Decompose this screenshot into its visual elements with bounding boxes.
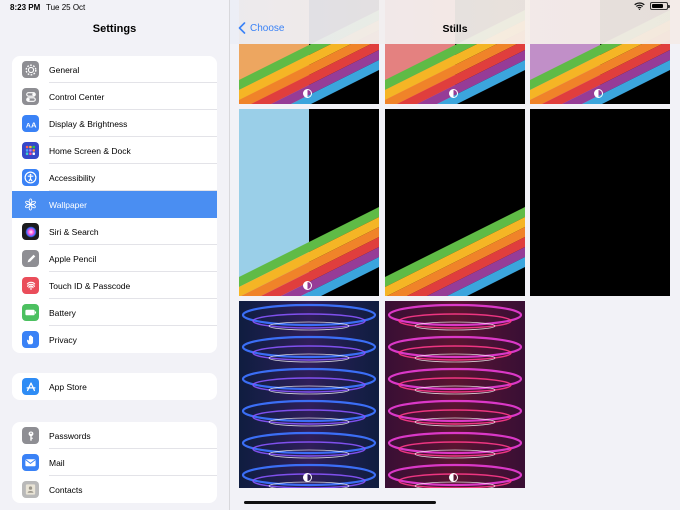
- gear-icon: [22, 61, 39, 78]
- fingerprint-icon: [22, 277, 39, 294]
- sidebar-item-label: Siri & Search: [49, 226, 99, 237]
- sidebar-item-wallpaper[interactable]: Wallpaper: [12, 191, 217, 218]
- hand-icon: [22, 331, 39, 348]
- key-icon: [22, 427, 39, 444]
- wifi-icon: [634, 2, 645, 10]
- sidebar-item-control-center[interactable]: Control Center: [12, 83, 217, 110]
- pencil-icon: [22, 250, 39, 267]
- wallpaper-thumbnail[interactable]: [239, 109, 379, 296]
- text-size-icon: AA: [22, 115, 39, 132]
- appearance-toggle-icon: [303, 89, 312, 98]
- sidebar-item-apple-pencil[interactable]: Apple Pencil: [12, 245, 217, 272]
- wallpaper-thumbnail[interactable]: [385, 301, 525, 488]
- sidebar-item-label: Apple Pencil: [49, 253, 97, 264]
- sidebar-item-label: Display & Brightness: [49, 118, 128, 129]
- siri-icon: [22, 223, 39, 240]
- wallpaper-thumbnail[interactable]: [385, 109, 525, 296]
- status-time: 8:23 PM: [10, 3, 41, 12]
- sidebar-item-label: General: [49, 64, 80, 75]
- page-title: Stills: [442, 23, 468, 35]
- envelope-icon: [22, 454, 39, 471]
- sidebar-item-label: Accessibility: [49, 172, 96, 183]
- appearance-toggle-icon: [594, 89, 603, 98]
- sidebar-item-label: Wallpaper: [49, 199, 87, 210]
- sidebar-item-accessibility[interactable]: Accessibility: [12, 164, 217, 191]
- appearance-toggle-icon: [303, 473, 312, 482]
- sidebar-item-battery[interactable]: Battery: [12, 299, 217, 326]
- sidebar-item-app-store[interactable]: App Store: [12, 373, 217, 400]
- sidebar-title: Settings: [92, 23, 137, 35]
- app-store-icon: [22, 378, 39, 395]
- sidebar-item-label: Home Screen & Dock: [49, 145, 131, 156]
- settings-group-main: General Control Center A A Display & Brightn…: [12, 56, 217, 353]
- sidebar-item-label: Touch ID & Passcode: [49, 280, 131, 291]
- appearance-toggle-icon: [303, 281, 312, 290]
- battery-icon: [650, 2, 670, 10]
- sidebar-item-label: Battery: [49, 307, 76, 318]
- status-date: Tue 25 Oct: [46, 3, 86, 12]
- settings-group-store: App Store: [12, 373, 217, 400]
- battery-icon: [22, 304, 39, 321]
- app-grid-icon: [22, 142, 39, 159]
- appearance-toggle-icon: [449, 473, 458, 482]
- sidebar-item-home-screen-and-dock[interactable]: Home Screen & Dock: [12, 137, 217, 164]
- wallpaper-thumbnail[interactable]: [530, 109, 670, 296]
- sidebar-item-display-and-brightness[interactable]: A A Display & Brightness: [12, 110, 217, 137]
- sidebar-item-siri-and-search[interactable]: Siri & Search: [12, 218, 217, 245]
- settings-sidebar: Settings General Control Center A A Display …: [0, 0, 230, 510]
- svg-text:A: A: [31, 120, 37, 129]
- sidebar-item-label: Privacy: [49, 334, 77, 345]
- appearance-toggle-icon: [449, 89, 458, 98]
- home-indicator: [244, 501, 436, 504]
- sidebar-item-passwords[interactable]: Passwords: [12, 422, 217, 449]
- sidebar-item-label: Control Center: [49, 91, 105, 102]
- sidebar-item-privacy[interactable]: Privacy: [12, 326, 217, 353]
- sidebar-item-label: Contacts: [49, 484, 83, 495]
- sidebar-item-mail[interactable]: Mail: [12, 449, 217, 476]
- svg-text:A: A: [25, 122, 30, 129]
- sidebar-item-label: Passwords: [49, 430, 91, 441]
- status-bar: 8:23 PM Tue 25 Oct: [0, 0, 680, 14]
- switches-icon: [22, 88, 39, 105]
- settings-group-accounts: Passwords Mail Contacts: [12, 422, 217, 503]
- accessibility-person-icon: [22, 169, 39, 186]
- sidebar-item-label: Mail: [49, 457, 65, 468]
- contacts-icon: [22, 481, 39, 498]
- sidebar-item-touch-id-and-passcode[interactable]: Touch ID & Passcode: [12, 272, 217, 299]
- sidebar-item-contacts[interactable]: Contacts: [12, 476, 217, 503]
- stills-pane: Choose Stills: [230, 0, 680, 510]
- wallpaper-thumbnail[interactable]: [239, 301, 379, 488]
- flower-icon: [22, 196, 39, 213]
- sidebar-item-label: App Store: [49, 381, 87, 392]
- sidebar-item-general[interactable]: General: [12, 56, 217, 83]
